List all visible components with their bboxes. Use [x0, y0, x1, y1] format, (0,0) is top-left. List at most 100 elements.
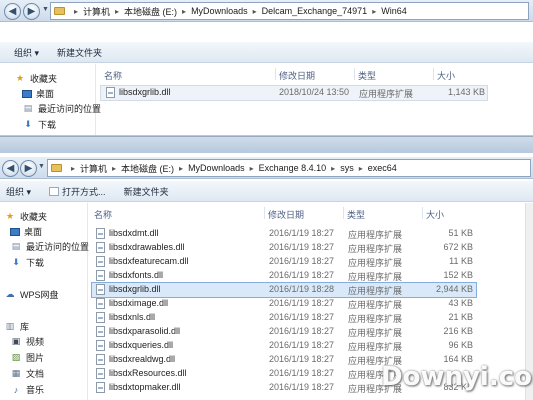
sidebar-item-videos[interactable]: ▣ 视频: [10, 335, 44, 348]
file-row[interactable]: libsdxparasolid.dll 2016/1/19 18:27 应用程序…: [91, 325, 477, 339]
navigation-pane: ★ 收藏夹 桌面 ▤ 最近访问的位置 ⬇ 下载 ☁ WPS网盘 ▥ 库 ▣ 视频…: [0, 203, 89, 400]
file-name: libsdxtopmaker.dll: [109, 382, 181, 392]
file-date: 2016/1/19 18:27: [269, 382, 335, 392]
file-row[interactable]: libsdxnls.dll 2016/1/19 18:27 应用程序扩展 21 …: [91, 311, 477, 325]
recent-places-icon: ▤: [23, 103, 33, 113]
file-date: 2016/1/19 18:27: [269, 228, 335, 238]
file-date: 2016/1/19 18:28: [269, 284, 335, 294]
command-bar: 组织 ▾ 打开方式... 新建文件夹: [0, 181, 533, 202]
column-date[interactable]: 修改日期: [279, 69, 315, 82]
sidebar-item-desktop[interactable]: 桌面: [10, 225, 42, 238]
breadcrumb-exchange[interactable]: Exchange 8.4.10: [259, 163, 327, 173]
dll-file-icon: [96, 270, 105, 281]
breadcrumb-exec64[interactable]: exec64: [368, 163, 397, 173]
video-icon: ▣: [11, 336, 21, 346]
forward-button[interactable]: ▶: [23, 3, 40, 20]
file-row[interactable]: libsdxdrawables.dll 2016/1/19 18:27 应用程序…: [91, 241, 477, 255]
address-bar: ◀ ▶ ▼ ▸ 计算机 ▸ 本地磁盘 (E:) ▸ MyDownloads ▸ …: [0, 157, 533, 179]
window-divider: [0, 136, 533, 153]
column-size[interactable]: 大小: [426, 208, 444, 221]
breadcrumb-delcam[interactable]: Delcam_Exchange_74971: [262, 6, 368, 16]
new-folder-button[interactable]: 新建文件夹: [120, 185, 173, 198]
sidebar-item-downloads[interactable]: ⬇ 下载: [10, 256, 44, 269]
file-name: libsdxdmt.dll: [109, 228, 159, 238]
breadcrumb-mydownloads[interactable]: MyDownloads: [188, 163, 245, 173]
column-date[interactable]: 修改日期: [268, 208, 304, 221]
file-date: 2016/1/19 18:27: [269, 368, 335, 378]
desktop-icon: [22, 89, 32, 98]
column-size[interactable]: 大小: [437, 69, 455, 82]
file-type: 应用程序扩展: [348, 314, 403, 324]
file-date: 2016/1/19 18:27: [269, 340, 335, 350]
sidebar-item-downloads[interactable]: ⬇ 下载: [22, 118, 56, 131]
breadcrumb-computer[interactable]: 计算机: [83, 5, 110, 18]
sidebar-item-favorites[interactable]: ★ 收藏夹: [14, 72, 57, 85]
dll-file-icon: [96, 312, 105, 323]
sidebar-item-recent[interactable]: ▤ 最近访问的位置: [22, 102, 101, 115]
file-row[interactable]: libsdximage.dll 2016/1/19 18:27 应用程序扩展 4…: [91, 297, 477, 311]
new-folder-button[interactable]: 新建文件夹: [53, 46, 106, 59]
breadcrumb-sys[interactable]: sys: [340, 163, 354, 173]
file-row[interactable]: libsdxfonts.dll 2016/1/19 18:27 应用程序扩展 1…: [91, 269, 477, 283]
back-button[interactable]: ◀: [2, 160, 19, 177]
column-name[interactable]: 名称: [104, 69, 122, 82]
sidebar-item-wps-cloud[interactable]: ☁ WPS网盘: [4, 288, 59, 301]
file-size: 672 KB: [443, 242, 473, 252]
file-row[interactable]: libsdxgrlib.dll 2018/10/24 13:50 应用程序扩展 …: [100, 85, 488, 101]
sidebar-item-libraries[interactable]: ▥ 库: [4, 320, 29, 333]
file-size: 11 KB: [449, 256, 473, 266]
desktop-icon: [10, 227, 20, 236]
breadcrumb-computer[interactable]: 计算机: [80, 162, 107, 175]
file-date: 2016/1/19 18:27: [269, 326, 335, 336]
dll-file-icon: [96, 284, 105, 295]
sidebar-item-documents[interactable]: ▦ 文档: [10, 367, 44, 380]
file-date: 2016/1/19 18:27: [269, 242, 335, 252]
breadcrumb-drive[interactable]: 本地磁盘 (E:): [121, 162, 174, 175]
sidebar-item-pictures[interactable]: ▨ 图片: [10, 351, 44, 364]
cloud-icon: ☁: [5, 289, 15, 299]
organize-menu[interactable]: 组织 ▾: [10, 46, 43, 59]
path-box[interactable]: ▸ 计算机 ▸ 本地磁盘 (E:) ▸ MyDownloads ▸ Delcam…: [50, 2, 529, 20]
column-type[interactable]: 类型: [358, 69, 376, 82]
file-size: 96 KB: [448, 340, 473, 350]
music-icon: ♪: [13, 384, 19, 395]
file-row[interactable]: libsdxfeaturecam.dll 2016/1/19 18:27 应用程…: [91, 255, 477, 269]
sidebar-item-music[interactable]: ♪ 音乐: [10, 383, 44, 396]
file-type: 应用程序扩展: [348, 342, 403, 352]
file-row[interactable]: libsdxqueries.dll 2016/1/19 18:27 应用程序扩展…: [91, 339, 477, 353]
file-type: 应用程序扩展: [348, 286, 403, 296]
file-name: libsdxnls.dll: [109, 312, 156, 322]
dll-file-icon: [96, 242, 105, 253]
library-icon: ▥: [5, 321, 15, 331]
open-with-button[interactable]: 打开方式...: [45, 185, 110, 198]
dll-file-icon: [96, 354, 105, 365]
navigation-pane: ★ 收藏夹 桌面 ▤ 最近访问的位置 ⬇ 下载: [0, 64, 101, 135]
file-date: 2016/1/19 18:27: [269, 354, 335, 364]
breadcrumb-drive[interactable]: 本地磁盘 (E:): [124, 5, 177, 18]
file-size: 21 KB: [448, 312, 473, 322]
organize-menu[interactable]: 组织 ▾: [2, 185, 35, 198]
column-headers: 名称 修改日期 类型 大小: [100, 66, 530, 82]
forward-button[interactable]: ▶: [20, 160, 37, 177]
history-dropdown-icon[interactable]: ▼: [42, 6, 49, 13]
dll-file-icon: [96, 382, 105, 393]
column-type[interactable]: 类型: [347, 208, 365, 221]
path-box[interactable]: ▸ 计算机 ▸ 本地磁盘 (E:) ▸ MyDownloads ▸ Exchan…: [47, 159, 531, 177]
column-name[interactable]: 名称: [94, 208, 112, 221]
file-size: 152 KB: [443, 270, 473, 280]
back-button[interactable]: ◀: [4, 3, 21, 20]
dll-file-icon: [106, 87, 115, 98]
file-row-selected[interactable]: libsdxgrlib.dll 2016/1/19 18:28 应用程序扩展 2…: [91, 282, 477, 298]
file-name: libsdxResources.dll: [109, 368, 187, 378]
document-icon: ▦: [11, 368, 21, 378]
sidebar-item-recent[interactable]: ▤ 最近访问的位置: [10, 240, 89, 253]
breadcrumb-win64[interactable]: Win64: [381, 6, 407, 16]
breadcrumb-mydownloads[interactable]: MyDownloads: [191, 6, 248, 16]
history-dropdown-icon[interactable]: ▼: [38, 163, 45, 170]
file-type: 应用程序扩展: [359, 89, 414, 99]
sidebar-item-favorites[interactable]: ★ 收藏夹: [4, 210, 47, 223]
star-icon: ★: [15, 73, 25, 83]
file-row[interactable]: libsdxdmt.dll 2016/1/19 18:27 应用程序扩展 51 …: [91, 227, 477, 241]
sidebar-item-desktop[interactable]: 桌面: [22, 87, 54, 100]
file-name: libsdxfonts.dll: [109, 270, 164, 280]
